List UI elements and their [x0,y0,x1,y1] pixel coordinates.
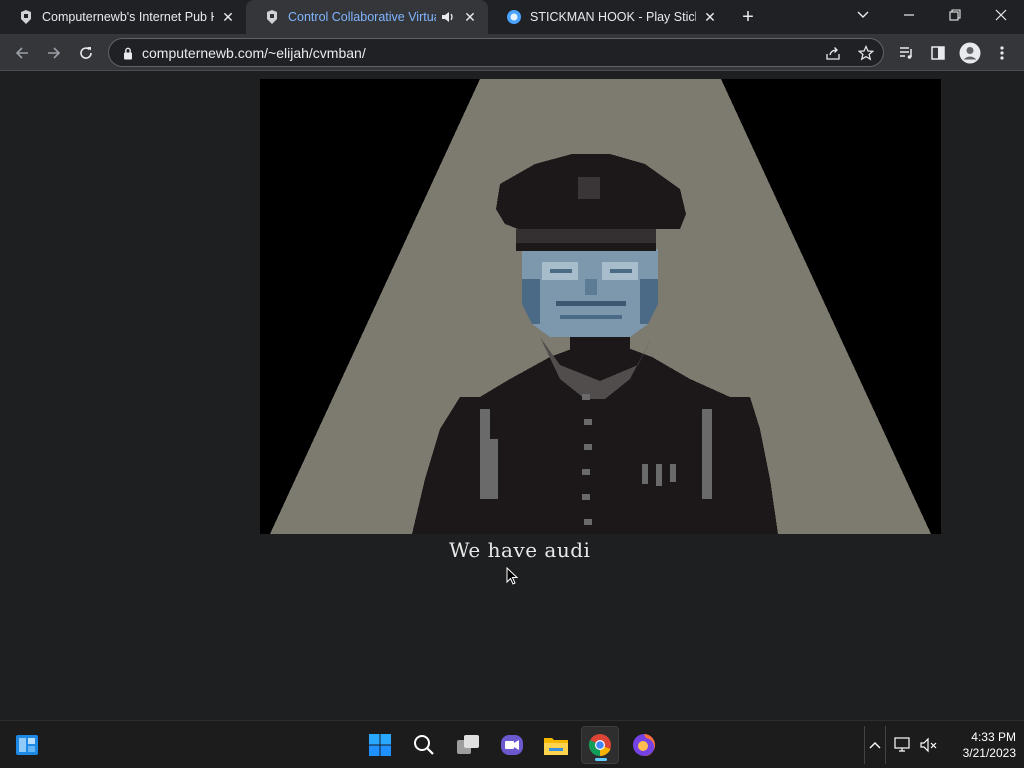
lock-icon[interactable] [121,45,135,61]
game-subtitle: We have audi [449,538,591,562]
forward-button[interactable] [40,39,68,67]
windows-start-icon[interactable] [361,726,399,764]
restore-button[interactable] [932,0,978,30]
chat-icon[interactable] [493,726,531,764]
close-tab-icon[interactable]: ✕ [462,9,478,25]
file-explorer-icon[interactable] [537,726,575,764]
media-control-icon[interactable] [892,39,920,67]
share-icon[interactable] [823,43,843,63]
tab-control-collaborative-vm[interactable]: Control Collaborative Virtual Machine ✕ [246,0,488,34]
close-window-button[interactable] [978,0,1024,30]
network-icon[interactable] [892,726,914,764]
audio-playing-icon[interactable] [440,9,456,25]
tab-stickman-hook[interactable]: STICKMAN HOOK - Play Stickman Hook ✕ [488,0,728,34]
side-panel-icon[interactable] [924,39,952,67]
active-app-indicator [595,758,607,761]
page-content: We have audi [0,72,1024,720]
clock-time: 4:33 PM [971,730,1016,744]
address-bar[interactable]: computernewb.com/~elijah/cvmban/ [108,38,884,67]
close-tab-icon[interactable]: ✕ [220,9,236,25]
reload-button[interactable] [72,39,100,67]
minimize-button[interactable] [886,0,932,30]
game-canvas[interactable] [260,79,941,534]
profile-avatar-icon[interactable] [956,39,984,67]
system-clock[interactable]: 4:33 PM 3/21/2023 [944,729,1016,761]
back-button[interactable] [8,39,36,67]
url-text[interactable]: computernewb.com/~elijah/cvmban/ [142,45,366,61]
tab-title: Control Collaborative Virtual Machine [288,10,436,24]
stickman-hook-icon [506,9,522,25]
computernewb-icon [18,9,34,25]
firefox-icon[interactable] [625,726,663,764]
tab-title: Computernewb's Internet Pub Hub [42,10,214,24]
browser-menu-icon[interactable] [988,39,1016,67]
clock-date: 3/21/2023 [962,746,1016,760]
bookmark-star-icon[interactable] [856,43,876,63]
windows-taskbar: 4:33 PM 3/21/2023 [0,720,1024,768]
tab-search-icon[interactable] [840,0,886,30]
chrome-icon[interactable] [581,726,619,764]
task-view-icon[interactable] [449,726,487,764]
search-icon[interactable] [405,726,443,764]
tab-computernewb-pub-hub[interactable]: Computernewb's Internet Pub Hub ✕ [0,0,246,34]
tab-title: STICKMAN HOOK - Play Stickman Hook [530,10,696,24]
new-tab-button[interactable]: + [736,5,760,29]
volume-muted-icon[interactable] [918,726,940,764]
mouse-cursor-icon [506,567,518,585]
widgets-icon[interactable] [8,726,46,764]
browser-toolbar: computernewb.com/~elijah/cvmban/ [0,34,1024,71]
close-tab-icon[interactable]: ✕ [702,9,718,25]
computernewb-icon [264,9,280,25]
show-hidden-icons-button[interactable] [864,726,886,764]
tab-strip: Computernewb's Internet Pub Hub ✕ Contro… [0,0,1024,34]
